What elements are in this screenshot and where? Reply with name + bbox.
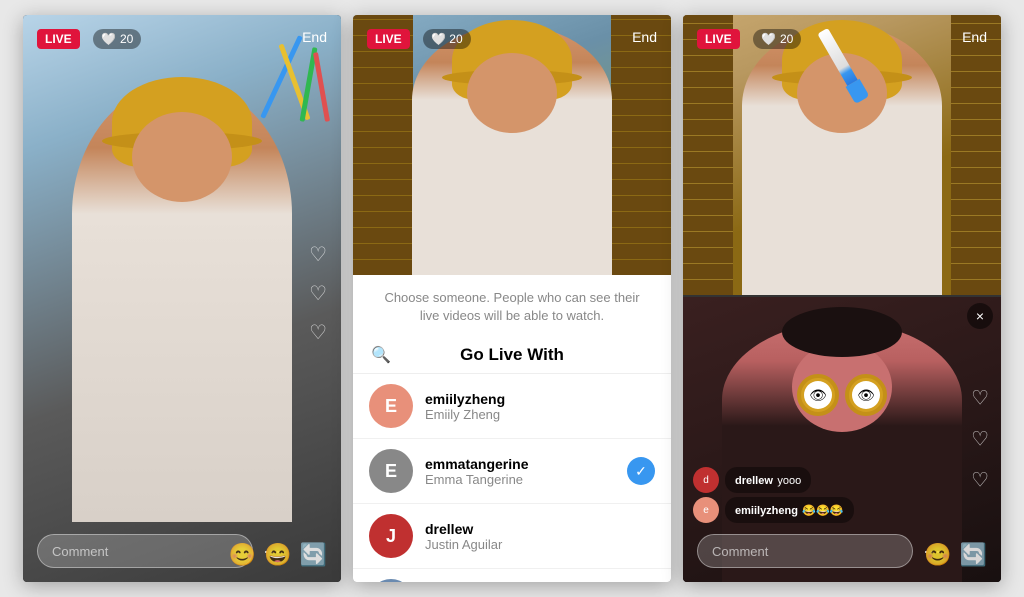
comment-username-0: drellew — [735, 475, 773, 487]
hearts-panel1: ♡ ♡ ♡ — [309, 242, 327, 345]
user-name-1: Emma Tangerine — [425, 472, 615, 487]
panel3-bottom-video: 👁 👁 × d drellew yooo — [683, 295, 1001, 582]
panel2-background: LIVE 🤍 20 End Choose someone. People who… — [353, 15, 671, 582]
user-name-0: Emiily Zheng — [425, 407, 655, 422]
emoji-btn-panel3-1[interactable]: 😊 — [924, 542, 951, 568]
avatar-image-1: E — [369, 449, 413, 493]
heart-2[interactable]: ♡ — [309, 281, 327, 306]
panel1-background: LIVE 🤍 20 End ♡ ♡ ♡ Comment ··· — [23, 15, 341, 582]
user-avatar-1: E — [369, 449, 413, 493]
user-item-2[interactable]: J drellew Justin Aguilar — [353, 504, 671, 569]
heart-panel3-1[interactable]: ♡ — [971, 385, 989, 410]
selected-check-1: ✓ — [627, 457, 655, 485]
person-panel2 — [412, 25, 612, 275]
panel3-top-video: LIVE 🤍 20 End — [683, 15, 1001, 295]
user-handle-1: emmatangerine — [425, 456, 615, 472]
viewer-count-1: 🤍 20 — [93, 29, 141, 49]
emoji-bar-panel3: 😊 🔄 — [924, 542, 987, 568]
emoji-btn-1[interactable]: 😊 — [229, 542, 256, 568]
comment-input-3[interactable]: Comment — [697, 534, 913, 568]
avatar-image-3: L — [369, 579, 413, 582]
emoji-btn-2[interactable]: 😄 — [264, 542, 291, 568]
end-button-2[interactable]: End — [632, 29, 657, 45]
live-badge-2: LIVE — [367, 29, 410, 49]
panel2-video: LIVE 🤍 20 End — [353, 15, 671, 275]
search-icon[interactable]: 🔍 — [369, 343, 393, 367]
avatar-image-0: E — [369, 384, 413, 428]
user-item-3[interactable]: L lauraclaresnee Laura Claresnee — [353, 569, 671, 582]
user-avatar-3: L — [369, 579, 413, 582]
user-handle-2: drellew — [425, 521, 655, 537]
bookshelf-right — [611, 15, 671, 275]
hearts-panel3: ♡ ♡ ♡ — [971, 385, 989, 492]
viewer-count-2: 🤍 20 — [423, 29, 471, 49]
comment-text-0: yooo — [777, 475, 801, 487]
comment-username-1: emiilyzheng — [735, 505, 798, 517]
dialog-content: Choose someone. People who can see their… — [353, 275, 671, 582]
heart-viewer-icon: 🤍 — [101, 32, 116, 46]
comment-avatar-emiilyzheng: e — [693, 497, 719, 523]
bookshelf-left — [353, 15, 413, 275]
comment-input-1[interactable]: Comment — [37, 534, 253, 568]
person-panel1 — [72, 82, 292, 522]
dialog-title: Go Live With — [393, 345, 655, 365]
user-name-2: Justin Aguilar — [425, 537, 655, 552]
heart-panel3-2[interactable]: ♡ — [971, 426, 989, 451]
comment-avatar-drellew: d — [693, 467, 719, 493]
dialog-subtitle: Choose someone. People who can see their… — [353, 275, 671, 337]
user-handle-0: emiilyzheng — [425, 391, 655, 407]
heart-1[interactable]: ♡ — [309, 242, 327, 267]
comment-bubble-0: d drellew yooo — [693, 467, 854, 493]
panel3-background: LIVE 🤍 20 End 👁 — [683, 15, 1001, 582]
split-divider — [683, 295, 1001, 297]
comment-bar-panel3: Comment ··· — [697, 534, 941, 568]
heart-panel3-3[interactable]: ♡ — [971, 467, 989, 492]
user-info-2: drellew Justin Aguilar — [425, 521, 655, 552]
dialog-search-bar: 🔍 Go Live With — [353, 337, 671, 374]
user-info-0: emiilyzheng Emiily Zheng — [425, 391, 655, 422]
live-badge-3: LIVE — [697, 29, 740, 49]
user-item-0[interactable]: E emiilyzheng Emiily Zheng — [353, 374, 671, 439]
user-avatar-0: E — [369, 384, 413, 428]
panel-1: LIVE 🤍 20 End ♡ ♡ ♡ Comment ··· — [23, 15, 341, 582]
comment-text-1: 😂😂😂 — [802, 505, 843, 517]
emoji-btn-3[interactable]: 🔄 — [300, 542, 327, 568]
avatar-image-2: J — [369, 514, 413, 558]
heart-3[interactable]: ♡ — [309, 320, 327, 345]
emoji-btn-panel3-2[interactable]: 🔄 — [960, 542, 987, 568]
close-button-panel3[interactable]: × — [967, 303, 993, 329]
user-comments-panel3: d drellew yooo e emiilyzheng 😂😂😂 — [693, 467, 854, 527]
user-info-1: emmatangerine Emma Tangerine — [425, 456, 615, 487]
emoji-bar-panel1: 😊 😄 🔄 — [229, 542, 327, 568]
end-button-1[interactable]: End — [302, 29, 327, 45]
user-list: E emiilyzheng Emiily Zheng E emmatangeri… — [353, 374, 671, 582]
user-avatar-2: J — [369, 514, 413, 558]
end-button-3[interactable]: End — [962, 29, 987, 45]
viewer-count-3: 🤍 20 — [753, 29, 801, 49]
comment-bubble-1: e emiilyzheng 😂😂😂 — [693, 497, 854, 523]
live-badge-1: LIVE — [37, 29, 80, 49]
user-item-1[interactable]: E emmatangerine Emma Tangerine ✓ — [353, 439, 671, 504]
panel-3: LIVE 🤍 20 End 👁 — [683, 15, 1001, 582]
panel-2: LIVE 🤍 20 End Choose someone. People who… — [353, 15, 671, 582]
